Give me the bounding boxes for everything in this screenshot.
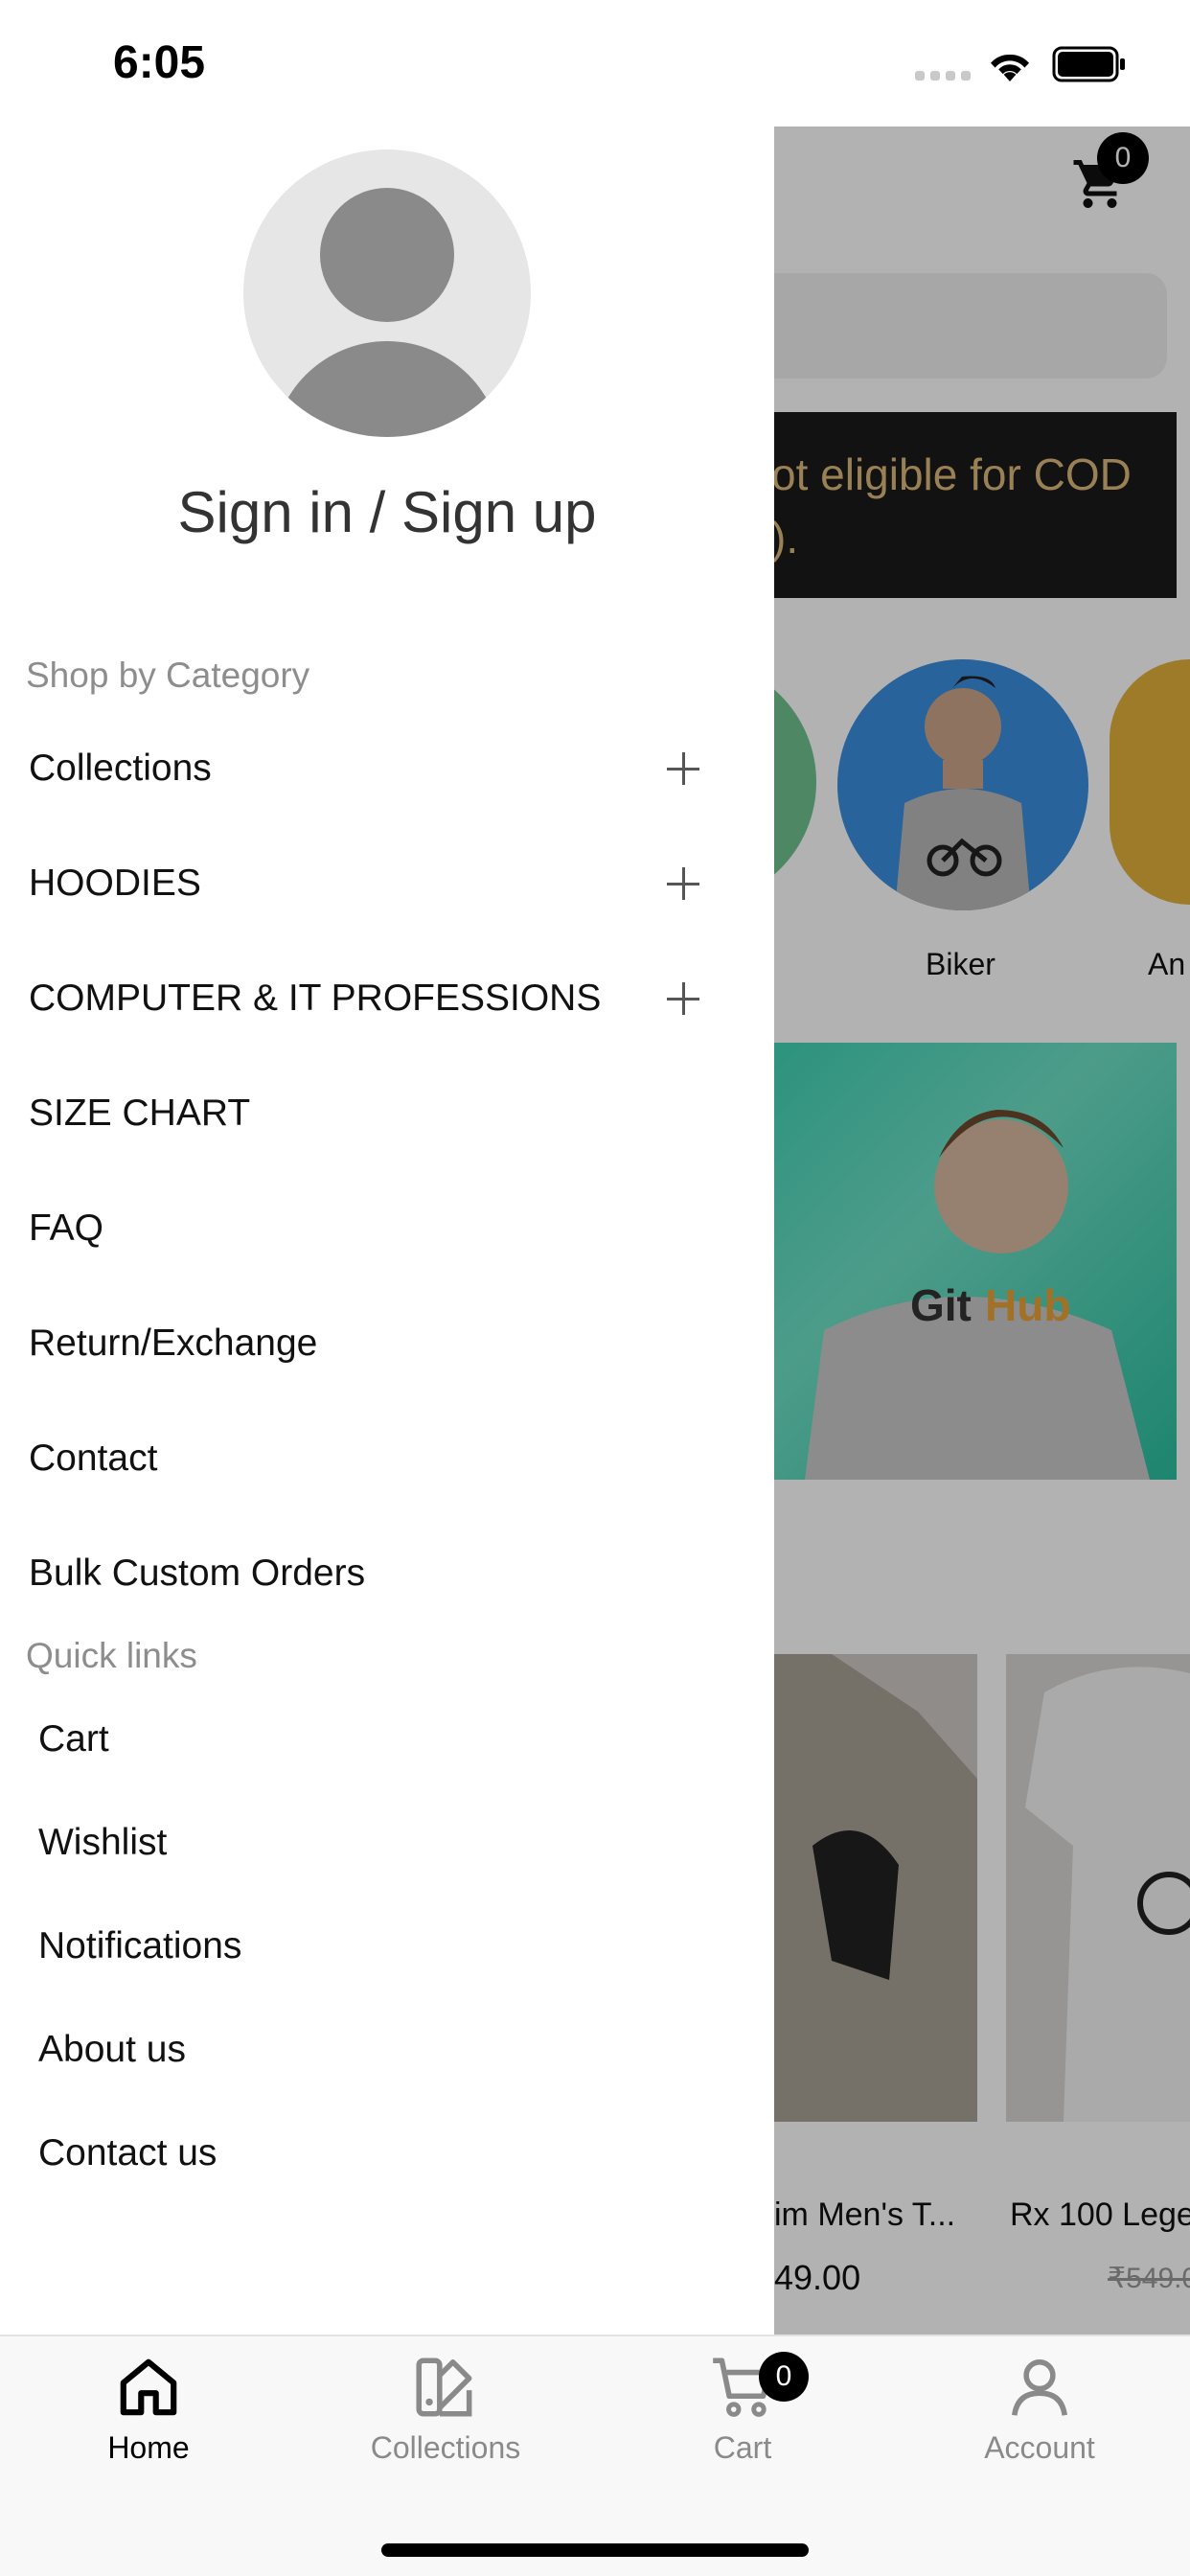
drawer-category-contact[interactable]: Contact <box>29 1415 699 1502</box>
drawer-category-return-exchange[interactable]: Return/Exchange <box>29 1300 699 1387</box>
expand-plus-icon[interactable] <box>667 982 699 1015</box>
home-indicator[interactable] <box>381 2543 809 2557</box>
drawer-category-computer-it[interactable]: COMPUTER & IT PROFESSIONS <box>29 955 699 1042</box>
quick-link-notifications[interactable]: Notifications <box>38 1925 241 1967</box>
home-icon <box>120 2358 177 2416</box>
drawer-category-label: HOODIES <box>29 862 201 904</box>
tab-cart[interactable]: Cart 0 <box>594 2352 891 2496</box>
bottom-tab-bar: Home Collections Cart 0 Account <box>0 2334 1190 2576</box>
quick-links-heading: Quick links <box>26 1636 197 1675</box>
tab-label: Collections <box>370 2430 521 2465</box>
account-icon <box>1012 2359 1067 2416</box>
navigation-drawer: Sign in / Sign up Shop by Category Colle… <box>0 126 774 2334</box>
drawer-category-label: COMPUTER & IT PROFESSIONS <box>29 978 602 1019</box>
tab-label: Cart <box>713 2430 772 2465</box>
quick-link-about-us[interactable]: About us <box>38 2029 186 2071</box>
drawer-category-size-chart[interactable]: SIZE CHART <box>29 1070 699 1157</box>
drawer-category-label: Collections <box>29 748 212 789</box>
cellular-signal-icon <box>915 71 971 80</box>
drawer-category-label: Contact <box>29 1438 158 1479</box>
battery-icon <box>1052 46 1125 82</box>
status-bar: 6:05 <box>0 0 1190 126</box>
cart-count-badge: 0 <box>759 2352 809 2402</box>
expand-plus-icon[interactable] <box>667 752 699 785</box>
quick-link-contact-us[interactable]: Contact us <box>38 2132 217 2174</box>
shop-by-category-heading: Shop by Category <box>26 656 310 695</box>
drawer-category-label: Bulk Custom Orders <box>29 1552 366 1594</box>
expand-plus-icon[interactable] <box>667 867 699 900</box>
drawer-category-collections[interactable]: Collections <box>29 725 699 812</box>
drawer-category-bulk-orders[interactable]: Bulk Custom Orders <box>29 1530 699 1617</box>
quick-link-wishlist[interactable]: Wishlist <box>38 1822 167 1864</box>
drawer-category-label: FAQ <box>29 1208 104 1249</box>
tab-collections[interactable]: Collections <box>297 2352 594 2496</box>
quick-link-cart[interactable]: Cart <box>38 1718 109 1760</box>
drawer-category-label: SIZE CHART <box>29 1092 251 1134</box>
wifi-icon <box>991 54 1029 81</box>
collections-icon <box>416 2358 472 2417</box>
status-time: 6:05 <box>113 37 206 88</box>
drawer-category-faq[interactable]: FAQ <box>29 1185 699 1272</box>
sign-in-link[interactable]: Sign in / Sign up <box>0 479 774 545</box>
drawer-category-label: Return/Exchange <box>29 1322 318 1364</box>
tab-home[interactable]: Home <box>0 2352 297 2496</box>
tab-label: Home <box>107 2430 190 2465</box>
drawer-category-hoodies[interactable]: HOODIES <box>29 840 699 927</box>
tab-label: Account <box>984 2430 1095 2465</box>
avatar-placeholder-icon[interactable] <box>243 150 531 437</box>
tab-account[interactable]: Account <box>891 2352 1188 2496</box>
